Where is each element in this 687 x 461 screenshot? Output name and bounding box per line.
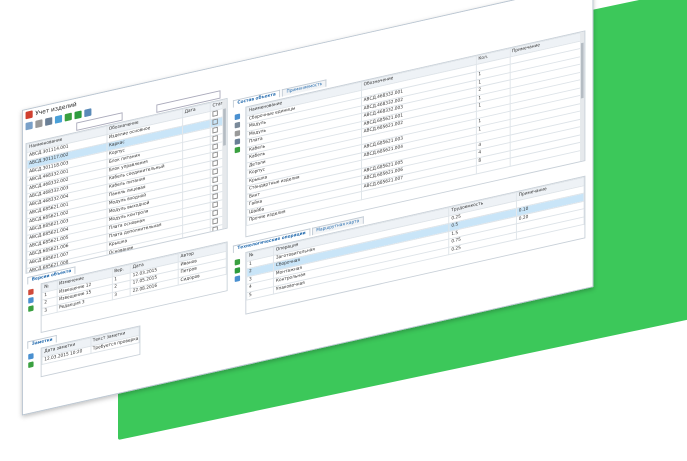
scrollbar-thumb[interactable]: [223, 108, 226, 146]
row-checkbox[interactable]: [212, 200, 218, 208]
row-checkbox[interactable]: [212, 134, 218, 142]
funnel-icon[interactable]: [234, 258, 241, 266]
row-checkbox[interactable]: [212, 217, 218, 225]
notes-table: Дата заметки Текст заметки 12.03.2015 10…: [42, 326, 140, 365]
row-checkbox[interactable]: [212, 184, 218, 191]
export-icon[interactable]: [84, 108, 92, 118]
notes-table-panel: Дата заметки Текст заметки 12.03.2015 10…: [40, 325, 141, 378]
edit-icon[interactable]: [28, 296, 34, 304]
notes-side-toolbar: [28, 353, 34, 369]
row-checkbox[interactable]: [212, 209, 218, 216]
row-checkbox[interactable]: [212, 159, 218, 167]
row-checkbox[interactable]: [212, 117, 218, 125]
refresh-icon[interactable]: [54, 114, 63, 124]
composition-side-toolbar: [234, 113, 241, 154]
scrollbar-thumb[interactable]: [580, 42, 584, 99]
versions-side-toolbar: [28, 288, 34, 312]
funnel-icon[interactable]: [64, 112, 72, 122]
add-note-icon[interactable]: [28, 353, 34, 360]
row-checkbox[interactable]: [212, 142, 218, 150]
vertical-scrollbar[interactable]: [580, 31, 585, 162]
row-checkbox[interactable]: [212, 109, 218, 117]
row-checkbox[interactable]: [212, 167, 218, 175]
filter-icon[interactable]: [74, 110, 82, 120]
row-checkbox[interactable]: [212, 225, 218, 233]
row-checkbox[interactable]: [212, 175, 218, 183]
save-icon[interactable]: [45, 117, 53, 126]
app-logo-icon: [25, 110, 33, 120]
funnel-icon[interactable]: [28, 305, 34, 312]
delete-icon[interactable]: [35, 119, 43, 129]
operations-side-toolbar: [234, 258, 241, 283]
perspective-scene: Учет изделий – □ ✕ Наименование: [0, 0, 687, 461]
delete-icon[interactable]: [28, 288, 34, 296]
row-checkbox[interactable]: [212, 192, 218, 200]
row-checkbox[interactable]: [212, 126, 218, 133]
funnel-icon[interactable]: [234, 146, 241, 154]
add-icon[interactable]: [234, 113, 241, 121]
print-icon[interactable]: [234, 138, 241, 145]
add-icon[interactable]: [234, 275, 241, 283]
copy-icon[interactable]: [234, 130, 241, 137]
filter-icon[interactable]: [234, 267, 241, 274]
edit-icon[interactable]: [234, 121, 241, 129]
funnel-icon[interactable]: [28, 361, 34, 369]
add-icon[interactable]: [25, 121, 33, 131]
vertical-scrollbar[interactable]: [222, 98, 227, 229]
row-checkbox[interactable]: [212, 151, 218, 158]
